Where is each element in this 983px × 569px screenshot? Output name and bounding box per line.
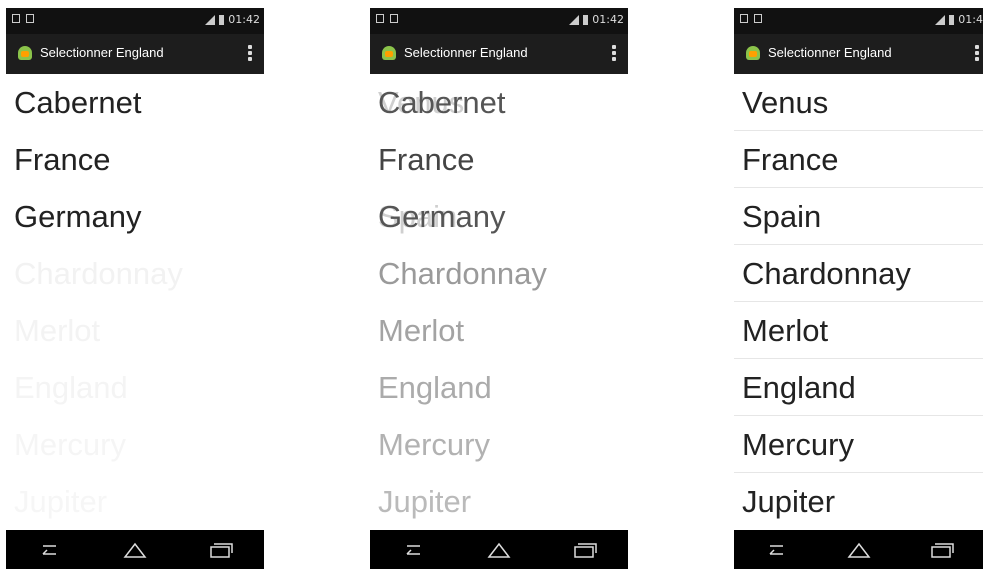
status-bar: 01:42 [6, 8, 264, 34]
status-bar: 01:42 [370, 8, 628, 34]
list-item[interactable]: Chardonnay [734, 245, 983, 302]
sd-card-icon [390, 14, 398, 23]
android-app-icon [382, 46, 396, 60]
back-button[interactable] [34, 539, 64, 561]
list-item[interactable]: England [734, 359, 983, 416]
notification-icon [376, 14, 384, 23]
android-app-icon [746, 46, 760, 60]
signal-icon [205, 14, 216, 25]
action-bar: Selectionner England [734, 34, 983, 74]
list-item[interactable]: Germany [6, 188, 264, 245]
wheel-list[interactable]: Cabernet France Germany Chardonnay Merlo… [6, 74, 264, 530]
signal-icon [935, 14, 946, 25]
overflow-menu-icon[interactable] [612, 45, 616, 61]
overflow-menu-icon[interactable] [248, 45, 252, 61]
home-icon [123, 542, 147, 558]
action-bar-title: Selectionner England [40, 45, 164, 60]
signal-icon [569, 14, 580, 25]
home-icon [846, 542, 871, 558]
list-item[interactable]: Spain [734, 188, 983, 245]
list-item[interactable]: Cabernet [6, 74, 264, 131]
wheel-list[interactable]: Venus France Spain Chardonnay Merlot Eng… [734, 74, 983, 530]
list-item[interactable]: Chardonnay [370, 245, 628, 302]
list-item[interactable]: England [370, 359, 628, 416]
navigation-bar [6, 530, 264, 569]
phone-screen-2: 01:42 Selectionner England Venus Caberne… [370, 0, 628, 569]
battery-icon [583, 14, 589, 25]
recents-icon [210, 542, 233, 558]
home-icon [487, 542, 511, 558]
list-item[interactable]: Mercury [6, 416, 264, 473]
list-item[interactable]: Merlot [6, 302, 264, 359]
navigation-bar [370, 530, 628, 569]
back-icon [406, 544, 420, 555]
status-time: 01:42 [592, 13, 624, 26]
home-button[interactable] [844, 539, 874, 561]
list-item[interactable]: Merlot [734, 302, 983, 359]
list-item[interactable]: Jupiter [734, 473, 983, 530]
list-item[interactable]: Mercury [734, 416, 983, 473]
recents-button[interactable] [206, 539, 236, 561]
sd-card-icon [26, 14, 34, 23]
list-item[interactable]: France [6, 131, 264, 188]
list-item[interactable]: France [370, 131, 628, 188]
sd-card-icon [754, 14, 762, 23]
back-icon [42, 544, 56, 555]
recents-button[interactable] [570, 539, 600, 561]
list-item[interactable]: Merlot [370, 302, 628, 359]
battery-icon [219, 14, 225, 25]
battery-icon [949, 14, 955, 25]
action-bar-title: Selectionner England [404, 45, 528, 60]
overflow-menu-icon[interactable] [975, 45, 979, 61]
home-button[interactable] [484, 539, 514, 561]
android-app-icon [18, 46, 32, 60]
list-item[interactable]: Venus [734, 74, 983, 131]
list-item[interactable]: Spain Germany [370, 188, 628, 245]
list-item[interactable]: Venus Cabernet [370, 74, 628, 131]
list-item[interactable]: Jupiter [370, 473, 628, 530]
action-bar-title: Selectionner England [768, 45, 892, 60]
home-button[interactable] [120, 539, 150, 561]
recents-icon [930, 542, 954, 558]
back-icon [768, 544, 783, 555]
list-item-label: Cabernet [378, 85, 506, 120]
back-button[interactable] [398, 539, 428, 561]
status-time: 01:4 [958, 13, 983, 26]
recents-button[interactable] [927, 539, 957, 561]
list-item[interactable]: England [6, 359, 264, 416]
phone-screen-3: 01:4 Selectionner England Venus France S… [734, 0, 983, 569]
phone-screen-1: 01:42 Selectionner England Cabernet Fran… [6, 0, 264, 569]
list-item[interactable]: Chardonnay [6, 245, 264, 302]
action-bar: Selectionner England [6, 34, 264, 74]
recents-icon [574, 542, 597, 558]
list-item-label: Germany [378, 199, 506, 234]
wheel-list[interactable]: Venus Cabernet France Spain Germany Char… [370, 74, 628, 530]
status-time: 01:42 [228, 13, 260, 26]
notification-icon [12, 14, 20, 23]
navigation-bar [734, 530, 983, 569]
back-button[interactable] [761, 539, 791, 561]
list-item[interactable]: France [734, 131, 983, 188]
notification-icon [740, 14, 748, 23]
list-item[interactable]: Mercury [370, 416, 628, 473]
list-item[interactable]: Jupiter [6, 473, 264, 530]
status-bar: 01:4 [734, 8, 983, 34]
action-bar: Selectionner England [370, 34, 628, 74]
